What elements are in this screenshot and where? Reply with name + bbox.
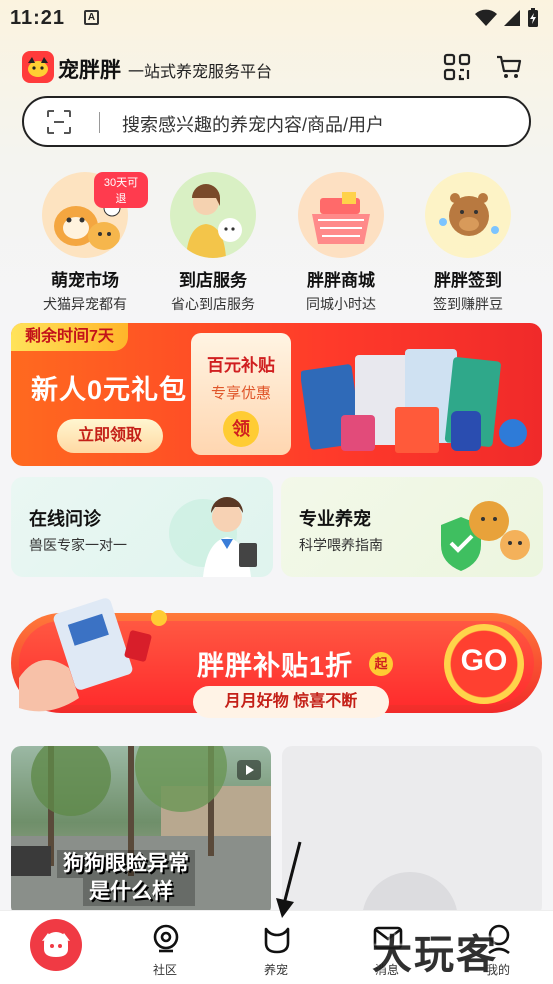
mall-illustration [298, 172, 384, 258]
signal-icon [504, 10, 520, 26]
search-divider [99, 112, 100, 133]
tab-label: 养宠 [263, 963, 288, 977]
pet-care-illustration [441, 501, 530, 571]
brand-name: 宠胖胖 [58, 59, 121, 82]
status-icons [475, 8, 539, 28]
service-online-consult[interactable]: 在线问诊 兽医专家一对一 [11, 477, 273, 577]
tab-community[interactable]: 社区 [110, 911, 220, 984]
service-pet-care[interactable]: 专业养宠 科学喂养指南 [281, 477, 543, 577]
promo-title: 胖胖补贴1折 [197, 651, 354, 681]
coupon-claim-icon[interactable]: 领 [223, 411, 259, 447]
app-header: 宠胖胖 一站式养宠服务平台 [0, 45, 553, 91]
community-icon [153, 924, 179, 953]
quick-entry-sub: 犬猫异宠都有 [43, 296, 127, 312]
tab-label: 社区 [152, 963, 177, 977]
status-bar: 11:21 A [0, 0, 553, 38]
cart-icon[interactable] [495, 53, 523, 81]
quick-entry-checkin[interactable]: 胖胖签到 签到赚胖豆 [405, 170, 531, 312]
service-title: 专业养宠 [299, 509, 371, 529]
return-badge: 30天可退 [94, 172, 148, 208]
wifi-icon [475, 9, 497, 26]
home-icon [30, 919, 82, 971]
scan-icon[interactable] [46, 109, 72, 135]
quick-entry-sub: 签到赚胖豆 [433, 296, 503, 312]
quick-entry-store-service[interactable]: 到店服务 省心到店服务 [150, 170, 276, 312]
pets-icon [264, 927, 290, 954]
coupon-title: 百元补贴 [207, 356, 275, 375]
qr-scan-icon[interactable] [443, 53, 471, 81]
video-play-icon [237, 760, 261, 780]
quick-entry-pet-market[interactable]: 30天可退 萌宠市场 犬猫异宠都有 [22, 170, 148, 312]
feed-video-card[interactable]: 狗狗眼睑异常 是什么样 [11, 746, 271, 916]
coupon-sub: 专享优惠 [210, 385, 271, 402]
quick-entry-mall[interactable]: 胖胖商城 同城小时达 [278, 170, 404, 312]
pointer-arrow-icon [276, 841, 302, 918]
service-sub: 兽医专家一对一 [29, 537, 127, 553]
promo-gift-illustration [19, 598, 167, 712]
video-caption: 狗狗眼睑异常 是什么样 [57, 850, 195, 906]
tab-pets[interactable]: 养宠 [221, 911, 331, 984]
quick-entry-sub: 省心到店服务 [171, 296, 255, 312]
search-input[interactable]: 搜索感兴趣的养宠内容/商品/用户 [122, 111, 384, 137]
service-title: 在线问诊 [29, 509, 101, 529]
vet-doctor-illustration [169, 497, 257, 577]
promo-banner[interactable]: 胖胖补贴1折 起 月月好物 惊喜不断 GO [11, 588, 542, 728]
quick-entry-sub: 同城小时达 [306, 296, 376, 312]
quick-entry-title: 胖胖签到 [434, 271, 502, 290]
caption-line: 是什么样 [83, 878, 195, 906]
brand-slogan: 一站式养宠服务平台 [128, 64, 273, 81]
store-service-illustration [170, 172, 256, 258]
go-button[interactable]: GO [444, 624, 524, 704]
tab-home[interactable] [0, 911, 110, 984]
new-user-banner[interactable]: 剩余时间7天 新人0元礼包 立即领取 百元补贴 专享优惠 领 [11, 323, 542, 466]
promo-subtitle: 月月好物 惊喜不断 [193, 686, 389, 718]
feed-placeholder-card[interactable] [282, 746, 542, 916]
status-time: 11:21 [10, 7, 66, 29]
subsidy-coupon[interactable]: 百元补贴 专享优惠 领 [191, 333, 291, 455]
claim-button[interactable]: 立即领取 [57, 419, 163, 453]
new-user-title: 新人0元礼包 [31, 375, 188, 405]
watermark: 大玩客 [372, 933, 498, 977]
caption-line: 狗狗眼睑异常 [57, 850, 195, 878]
quick-entry-title: 胖胖商城 [307, 271, 375, 290]
service-sub: 科学喂养指南 [299, 537, 383, 553]
quick-entry-title: 到店服务 [179, 271, 247, 290]
notification-icon: A [84, 10, 99, 25]
time-left-tag: 剩余时间7天 [11, 323, 128, 351]
products-illustration [301, 349, 527, 453]
brand-logo [22, 51, 54, 83]
quick-entry-title: 萌宠市场 [51, 271, 119, 290]
promo-from-badge: 起 [369, 652, 393, 676]
search-bar[interactable]: 搜索感兴趣的养宠内容/商品/用户 [22, 96, 531, 147]
battery-icon [528, 8, 538, 27]
checkin-illustration [425, 172, 511, 258]
